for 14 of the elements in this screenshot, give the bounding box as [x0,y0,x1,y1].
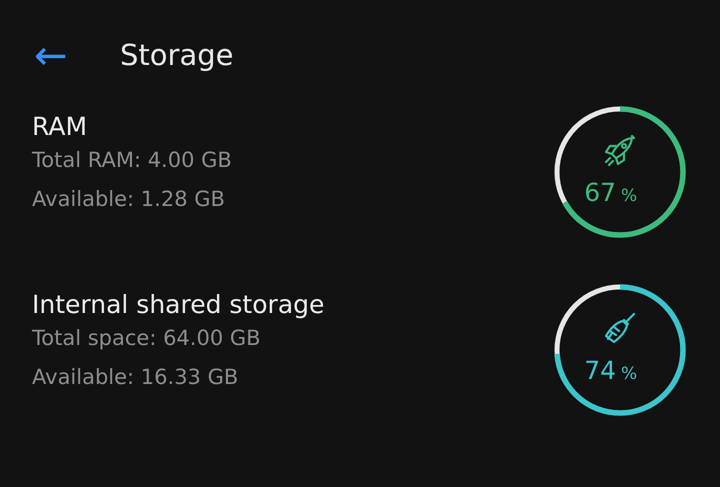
section-title: RAM [32,112,88,142]
page-title: Storage [120,37,234,74]
detail-text: Total space: 64.00 GB [32,326,262,352]
detail-text: Total RAM: 4.00 GB [32,148,232,174]
percent-unit: % [621,186,638,206]
brush-icon [604,312,636,344]
rocket-icon [604,134,636,166]
back-button[interactable]: ← [34,36,78,76]
detail-text: Available: 1.28 GB [32,187,226,212]
detail-text: Available: 16.33 GB [32,365,240,390]
percent-value: 67 [584,178,616,207]
percent-unit: % [621,364,638,384]
percent-value: 74 [584,356,616,385]
section-title: Internal shared storage [32,290,324,320]
